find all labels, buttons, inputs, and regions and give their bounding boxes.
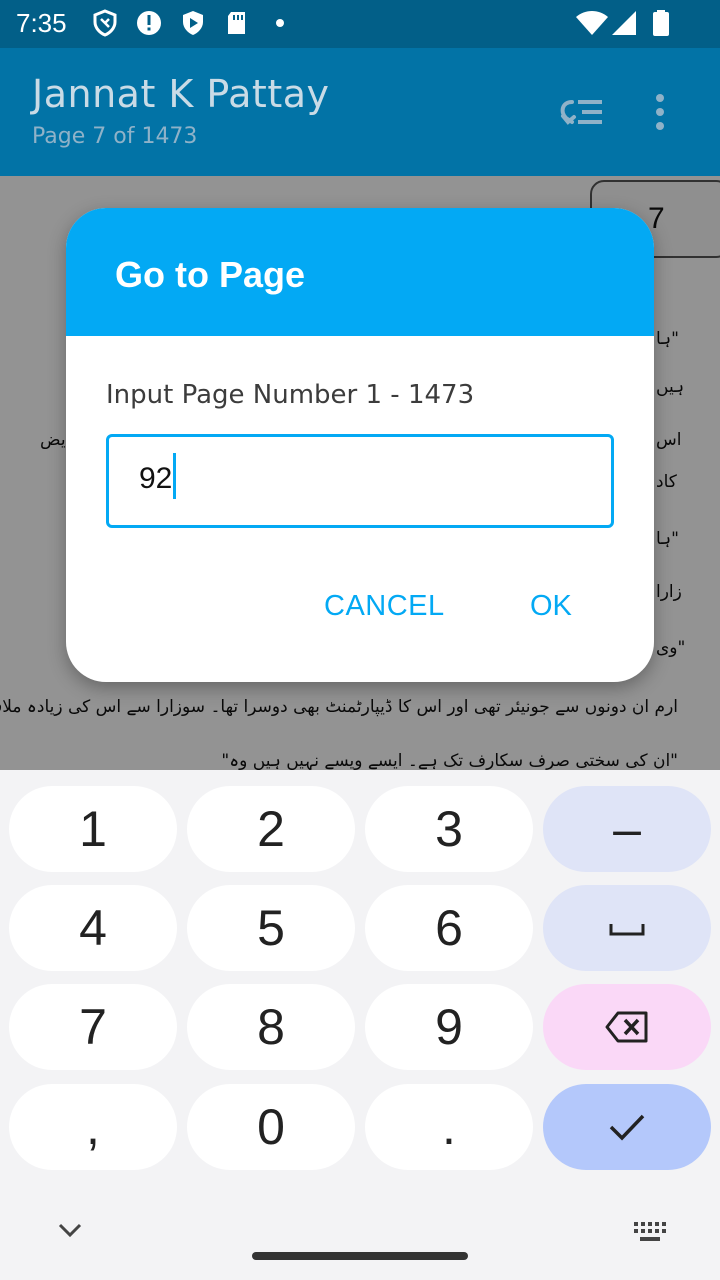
key-3[interactable]: 3 <box>365 786 533 872</box>
key-8[interactable]: 8 <box>187 984 355 1070</box>
dialog-header: Go to Page <box>66 208 654 336</box>
key-2[interactable]: 2 <box>187 786 355 872</box>
status-bar: 7:35 <box>0 0 720 48</box>
key-space[interactable] <box>543 885 711 971</box>
key-0[interactable]: 0 <box>187 1084 355 1170</box>
alert-icon <box>137 11 161 35</box>
space-icon <box>609 924 645 936</box>
chevron-down-icon[interactable] <box>54 1214 86 1246</box>
dialog-title: Go to Page <box>115 254 306 295</box>
overflow-menu-icon[interactable] <box>640 88 680 136</box>
numeric-keyboard: 1 2 3 – 4 5 6 7 8 9 , 0 . <box>0 770 720 1280</box>
key-5[interactable]: 5 <box>187 885 355 971</box>
wifi-icon <box>576 11 608 35</box>
sd-card-icon <box>228 12 245 34</box>
key-period[interactable]: . <box>365 1084 533 1170</box>
cancel-button[interactable]: CANCEL <box>324 590 445 623</box>
dot-icon <box>276 19 284 27</box>
page-number-input[interactable]: 92 <box>106 434 614 528</box>
toc-icon[interactable] <box>552 88 608 136</box>
shield-outline-icon <box>93 9 117 37</box>
checkmark-icon <box>609 1114 645 1141</box>
key-backspace[interactable] <box>543 984 711 1070</box>
dialog-input-label: Input Page Number 1 - 1473 <box>106 380 475 410</box>
battery-icon <box>653 10 669 36</box>
signal-icon <box>612 11 636 35</box>
navigation-handle[interactable] <box>252 1252 468 1260</box>
backspace-icon <box>605 1011 648 1043</box>
page-number-input-value: 92 <box>139 461 173 495</box>
key-4[interactable]: 4 <box>9 885 177 971</box>
book-title: Jannat K Pattay <box>32 72 330 116</box>
status-time: 7:35 <box>16 8 67 38</box>
go-to-page-dialog: Go to Page Input Page Number 1 - 1473 92… <box>66 208 654 682</box>
key-enter[interactable] <box>543 1084 711 1170</box>
text-caret <box>173 453 177 499</box>
key-7[interactable]: 7 <box>9 984 177 1070</box>
play-protect-icon <box>183 11 203 35</box>
key-comma[interactable]: , <box>9 1084 177 1170</box>
ok-button[interactable]: OK <box>530 590 572 623</box>
key-1[interactable]: 1 <box>9 786 177 872</box>
key-9[interactable]: 9 <box>365 984 533 1070</box>
page-subtitle: Page 7 of 1473 <box>32 124 198 149</box>
app-bar: Jannat K Pattay Page 7 of 1473 <box>0 48 720 176</box>
key-minus[interactable]: – <box>543 786 711 872</box>
key-6[interactable]: 6 <box>365 885 533 971</box>
keyboard-icon[interactable] <box>632 1218 668 1246</box>
